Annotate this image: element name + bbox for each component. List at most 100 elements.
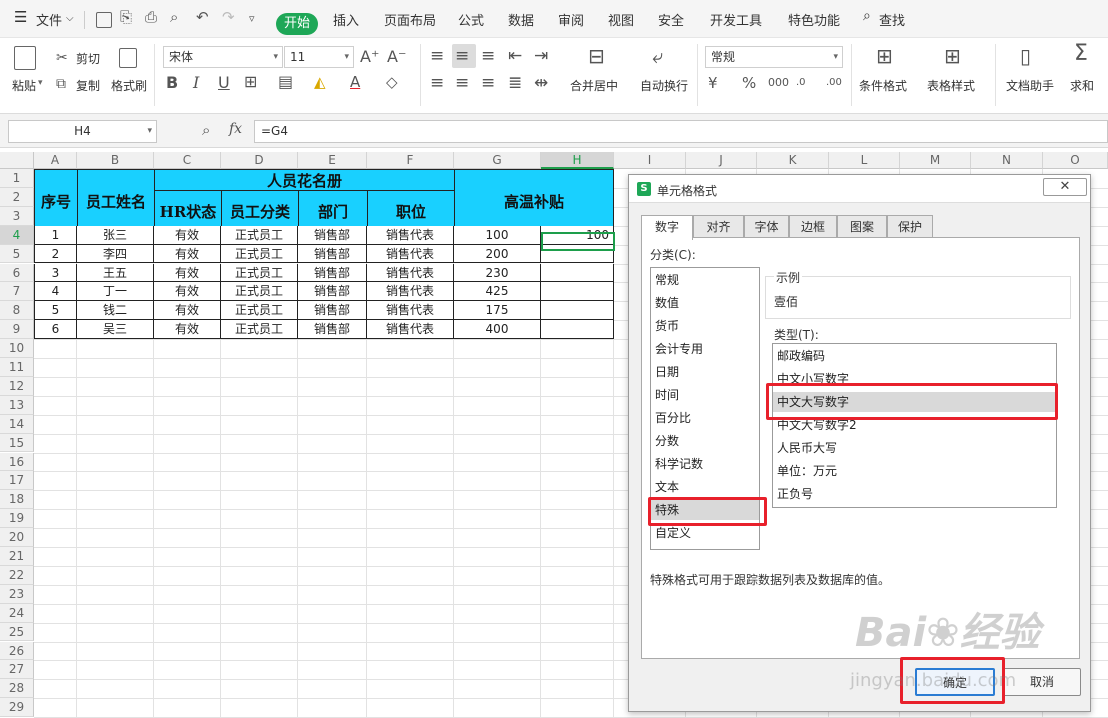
format-painter-button[interactable]: 格式刷 xyxy=(111,77,147,94)
table-cell[interactable]: 丁一 xyxy=(77,282,154,302)
table-cell[interactable]: 正式员工 xyxy=(221,301,298,321)
row-header-18[interactable]: 18 xyxy=(0,490,34,510)
table-cell[interactable]: 200 xyxy=(454,244,541,264)
category-item[interactable]: 时间 xyxy=(655,385,679,405)
align-center-icon[interactable]: ≡ xyxy=(455,74,469,92)
row-header-12[interactable]: 12 xyxy=(0,376,34,396)
italic-icon[interactable]: I xyxy=(193,74,199,92)
merge-center-button[interactable]: 合并居中 xyxy=(570,77,618,94)
customize-toolbar-icon[interactable]: ▿ xyxy=(249,12,255,25)
row-header-3[interactable]: 3 xyxy=(0,206,34,226)
table-cell[interactable]: 有效 xyxy=(154,244,221,264)
row-header-21[interactable]: 21 xyxy=(0,547,34,566)
category-item[interactable]: 文本 xyxy=(655,477,679,497)
table-cell[interactable]: 正式员工 xyxy=(221,263,298,283)
column-header-n[interactable]: N xyxy=(971,152,1043,169)
type-item[interactable]: 单位：万元 xyxy=(777,461,837,481)
category-item[interactable]: 常规 xyxy=(655,270,679,290)
doc-assistant-icon[interactable]: ▯ xyxy=(1020,46,1031,66)
distributed-icon[interactable]: ⇹ xyxy=(534,74,548,92)
table-cell[interactable] xyxy=(541,282,614,302)
table-cell[interactable]: 吴三 xyxy=(77,320,154,340)
table-style-icon[interactable]: ⊞ xyxy=(944,46,961,66)
row-header-7[interactable]: 7 xyxy=(0,282,34,302)
table-cell[interactable]: 有效 xyxy=(154,282,221,302)
category-item[interactable]: 分数 xyxy=(655,431,679,451)
row-header-4[interactable]: 4 xyxy=(0,225,34,245)
row-header-19[interactable]: 19 xyxy=(0,509,34,529)
paste-dropdown-icon[interactable]: ▾ xyxy=(38,78,43,88)
format-painter-icon[interactable] xyxy=(119,48,137,68)
table-cell[interactable]: 销售部 xyxy=(298,244,367,264)
table-cell[interactable]: 有效 xyxy=(154,225,221,245)
table-cell[interactable]: 6 xyxy=(34,320,77,340)
redo-icon[interactable]: ↷ xyxy=(222,8,235,26)
scissors-icon[interactable]: ✂ xyxy=(56,49,68,67)
decrease-decimal-icon[interactable]: .00 xyxy=(826,74,842,92)
category-item[interactable]: 会计专用 xyxy=(655,339,703,359)
dialog-tab-5[interactable]: 保护 xyxy=(887,215,933,239)
type-item[interactable]: 正负号 xyxy=(777,484,813,504)
table-style-button[interactable]: 表格样式 xyxy=(927,77,975,94)
row-header-17[interactable]: 17 xyxy=(0,471,34,491)
row-header-25[interactable]: 25 xyxy=(0,622,34,642)
paste-icon[interactable] xyxy=(14,46,36,70)
tab-view[interactable]: 视图 xyxy=(608,10,634,29)
indent-decrease-icon[interactable]: ⇤ xyxy=(508,47,522,65)
table-cell[interactable]: 销售代表 xyxy=(367,320,454,340)
table-cell[interactable]: 425 xyxy=(454,282,541,302)
underline-icon[interactable]: U xyxy=(218,74,230,92)
cut-button[interactable]: 剪切 xyxy=(76,50,100,67)
row-header-5[interactable]: 5 xyxy=(0,244,34,264)
close-icon[interactable]: ✕ xyxy=(1043,178,1087,196)
row-header-22[interactable]: 22 xyxy=(0,565,34,585)
column-header-b[interactable]: B xyxy=(77,152,154,169)
tab-special-features[interactable]: 特色功能 xyxy=(788,10,840,29)
fx-icon[interactable]: fx xyxy=(229,121,242,137)
category-item[interactable]: 科学记数 xyxy=(655,454,703,474)
hamburger-icon[interactable]: ☰ xyxy=(14,8,27,26)
table-cell[interactable]: 销售部 xyxy=(298,282,367,302)
wrap-text-icon[interactable]: ⤶ xyxy=(652,46,663,66)
tab-home[interactable]: 开始 xyxy=(276,13,318,35)
conditional-format-button[interactable]: 条件格式 xyxy=(859,77,907,94)
row-header-8[interactable]: 8 xyxy=(0,301,34,321)
print-icon[interactable]: ⎙ xyxy=(145,8,157,26)
row-header-28[interactable]: 28 xyxy=(0,679,34,699)
row-header-6[interactable]: 6 xyxy=(0,263,34,283)
column-header-k[interactable]: K xyxy=(757,152,829,169)
justify-icon[interactable]: ≣ xyxy=(508,74,522,92)
table-cell[interactable]: 正式员工 xyxy=(221,320,298,340)
sum-button[interactable]: 求和 xyxy=(1070,77,1094,94)
column-header-g[interactable]: G xyxy=(454,152,541,169)
table-cell[interactable]: 230 xyxy=(454,263,541,283)
zoom-icon[interactable]: ⌕ xyxy=(202,121,210,139)
table-cell[interactable]: 正式员工 xyxy=(221,225,298,245)
increase-font-icon[interactable]: A⁺ xyxy=(360,48,379,66)
thousands-icon[interactable]: 000 xyxy=(768,74,789,92)
header-title[interactable]: 人员花名册 xyxy=(154,169,455,191)
conditional-format-icon[interactable]: ⊞ xyxy=(876,46,893,66)
tab-insert[interactable]: 插入 xyxy=(333,10,359,29)
type-list[interactable]: 邮政编码 中文小写数字 中文大写数字 中文大写数字2 人民币大写 单位：万元 正负号 xyxy=(772,343,1057,508)
copy-icon[interactable]: ⧉ xyxy=(56,75,66,93)
copy-button[interactable]: 复制 xyxy=(76,77,100,94)
tab-developer[interactable]: 开发工具 xyxy=(710,10,762,29)
dialog-tab-3[interactable]: 边框 xyxy=(789,215,837,239)
header-subsidy[interactable]: 高温补贴 xyxy=(454,169,614,233)
row-header-15[interactable]: 15 xyxy=(0,433,34,453)
row-header-23[interactable]: 23 xyxy=(0,584,34,604)
category-item[interactable]: 货币 xyxy=(655,316,679,336)
row-header-24[interactable]: 24 xyxy=(0,603,34,623)
table-cell[interactable] xyxy=(541,320,614,340)
search-label[interactable]: 查找 xyxy=(879,10,905,29)
category-item[interactable]: 百分比 xyxy=(655,408,691,428)
column-header-d[interactable]: D xyxy=(221,152,298,169)
formula-input[interactable]: =G4 xyxy=(254,120,1108,143)
decrease-font-icon[interactable]: A⁻ xyxy=(387,48,406,66)
dialog-tab-1[interactable]: 对齐 xyxy=(693,215,744,239)
table-cell[interactable]: 正式员工 xyxy=(221,244,298,264)
dialog-tab-4[interactable]: 图案 xyxy=(837,215,887,239)
row-header-14[interactable]: 14 xyxy=(0,414,34,434)
table-cell[interactable]: 175 xyxy=(454,301,541,321)
